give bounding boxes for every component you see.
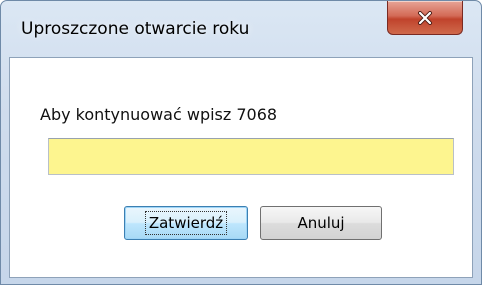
dialog-window: Uproszczone otwarcie roku Aby kontynuowa…	[0, 0, 482, 285]
cancel-button[interactable]: Anuluj	[260, 206, 382, 240]
cancel-button-label: Anuluj	[297, 214, 345, 232]
close-icon	[417, 10, 433, 25]
dialog-body: Aby kontynuować wpisz 7068 Zatwierdź Anu…	[9, 57, 473, 278]
confirm-button-label: Zatwierdź	[144, 211, 228, 235]
window-title: Uproszczone otwarcie roku	[21, 19, 250, 39]
close-button[interactable]	[387, 1, 463, 35]
prompt-label: Aby kontynuować wpisz 7068	[40, 105, 278, 124]
confirmation-code-input[interactable]	[48, 138, 454, 175]
confirm-button[interactable]: Zatwierdź	[124, 206, 248, 240]
title-bar[interactable]: Uproszczone otwarcie roku	[1, 1, 481, 57]
